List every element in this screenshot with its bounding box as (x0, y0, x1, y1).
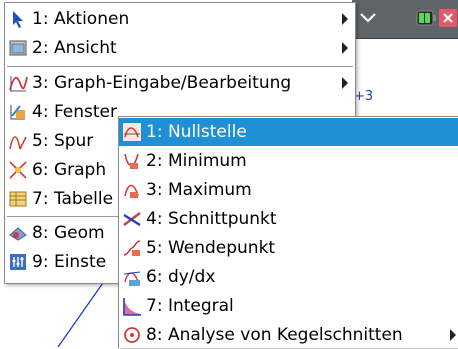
minimum-icon (124, 153, 139, 169)
menu-item-label: 4: Fenster (32, 102, 117, 122)
zero-icon (123, 123, 141, 141)
submenu-item-minimum[interactable]: 2: Minimum (119, 147, 458, 175)
intersection-icon (123, 212, 141, 227)
menu-item-view[interactable]: 2: Ansicht (5, 34, 355, 62)
menu-item-label: 3: Graph-Eingabe/Bearbeitung (32, 73, 292, 93)
close-icon[interactable] (438, 8, 458, 28)
submenu-arrow-icon (342, 77, 348, 89)
menu-item-label: 1: Nullstelle (146, 122, 247, 142)
table-icon (9, 191, 27, 207)
battery-icon (416, 10, 436, 26)
trace-icon (9, 136, 27, 150)
menu-item-label: 7: Integral (146, 296, 234, 316)
settings-icon (10, 254, 26, 270)
menu-item-label: 8: Analyse von Kegelschnitten (146, 325, 403, 345)
function-graph-icon (9, 76, 28, 92)
integral-icon (123, 298, 141, 316)
menu-item-label: 7: Tabelle (32, 189, 114, 209)
submenu-item-conic-analysis[interactable]: 8: Analyse von Kegelschnitten (119, 321, 458, 349)
menu-item-label: 5: Spur (32, 131, 94, 151)
submenu-item-derivative[interactable]: 6: dy/dx (119, 263, 458, 291)
menu-item-label: 8: Geom (32, 223, 105, 243)
derivative-icon (123, 271, 141, 286)
submenu-item-integral[interactable]: 7: Integral (119, 292, 458, 320)
function-graph-line (57, 279, 106, 347)
submenu-item-intersection[interactable]: 4: Schnittpunkt (119, 205, 458, 233)
submenu-item-zero[interactable]: 1: Nullstelle (119, 118, 458, 146)
geometry-icon (9, 227, 27, 241)
view-icon (9, 40, 27, 56)
menu-divider (7, 66, 353, 67)
menu-item-label: 9: Einste (32, 252, 107, 272)
conic-analysis-icon (124, 327, 140, 343)
menu-item-label: 1: Aktionen (32, 9, 130, 29)
submenu-arrow-icon (342, 42, 348, 54)
menu-item-actions[interactable]: 1: Aktionen (5, 5, 355, 33)
window-zoom-icon (10, 105, 25, 120)
pointer-arrow-icon (13, 11, 23, 28)
menu-item-label: 2: Minimum (146, 151, 247, 171)
menu-item-label: 6: Graph (32, 160, 107, 180)
menu-item-label: 2: Ansicht (32, 38, 117, 58)
inflection-icon (123, 240, 141, 256)
submenu-item-maximum[interactable]: 3: Maximum (119, 176, 458, 204)
maximum-icon (124, 184, 139, 198)
function-label: +3 (354, 89, 374, 104)
menu-item-label: 3: Maximum (146, 180, 252, 200)
menu-item-graph-entry[interactable]: 3: Graph-Eingabe/Bearbeitung (5, 69, 355, 97)
submenu-arrow-icon (450, 329, 456, 341)
analyze-graph-icon (9, 161, 27, 179)
menu-item-label: 5: Wendepunkt (146, 238, 276, 258)
analyze-graph-submenu: 1: Nullstelle 2: Minimum 3: Maximum 4: S… (118, 116, 458, 348)
chevron-down-icon[interactable] (360, 12, 376, 24)
status-bar (352, 0, 458, 39)
menu-item-label: 6: dy/dx (146, 267, 216, 287)
submenu-item-inflection[interactable]: 5: Wendepunkt (119, 234, 458, 262)
menu-item-label: 4: Schnittpunkt (146, 209, 277, 229)
submenu-arrow-icon (342, 13, 348, 25)
